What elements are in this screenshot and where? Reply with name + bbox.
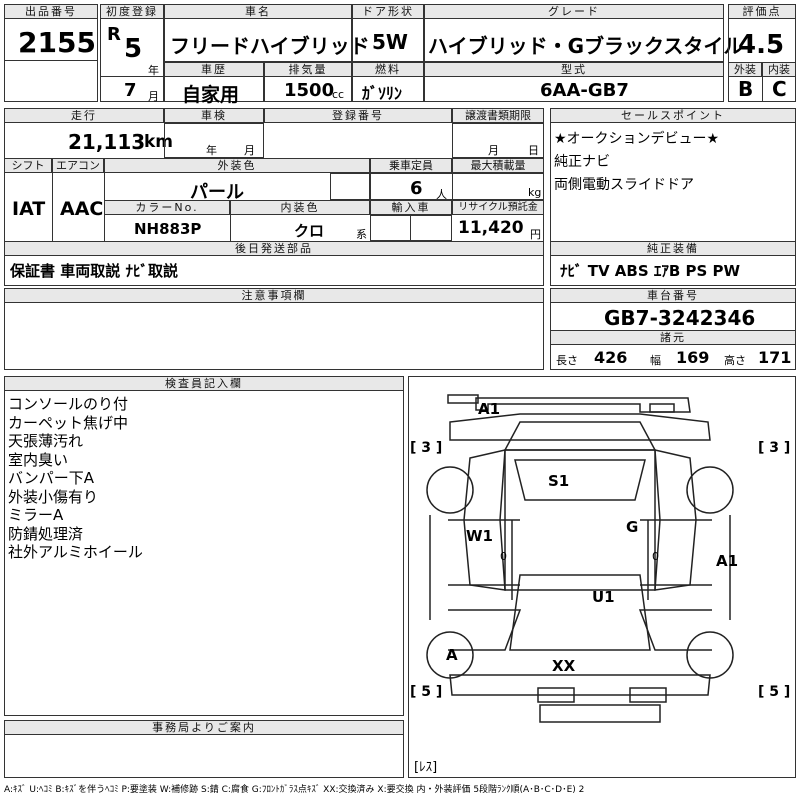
tire-tl: [ 3 ]	[410, 440, 443, 456]
zero-left: 0	[500, 550, 507, 563]
damage-mark: G	[626, 518, 639, 536]
damage-mark: A	[446, 646, 458, 664]
car-diagram	[426, 394, 734, 723]
zero-right: 0	[652, 550, 659, 563]
damage-mark: XX	[552, 657, 576, 675]
tire-tr: [ 3 ]	[758, 440, 791, 456]
legend: A:ｷｽﾞ U:ﾍｺﾐ B:ｷｽﾞを伴うﾍｺﾐ P:要塗装 W:補修跡 S:錆 …	[4, 785, 585, 795]
tire-bl: [ 5 ]	[410, 684, 443, 700]
tire-br: [ 5 ]	[758, 684, 791, 700]
damage-mark: A1	[716, 552, 739, 570]
damage-mark: A1	[478, 400, 501, 418]
damage-mark: U1	[592, 588, 615, 606]
spare-label: [ﾚｽ]	[414, 760, 438, 775]
damage-mark: W1	[466, 527, 493, 545]
damage-mark: S1	[548, 472, 570, 490]
